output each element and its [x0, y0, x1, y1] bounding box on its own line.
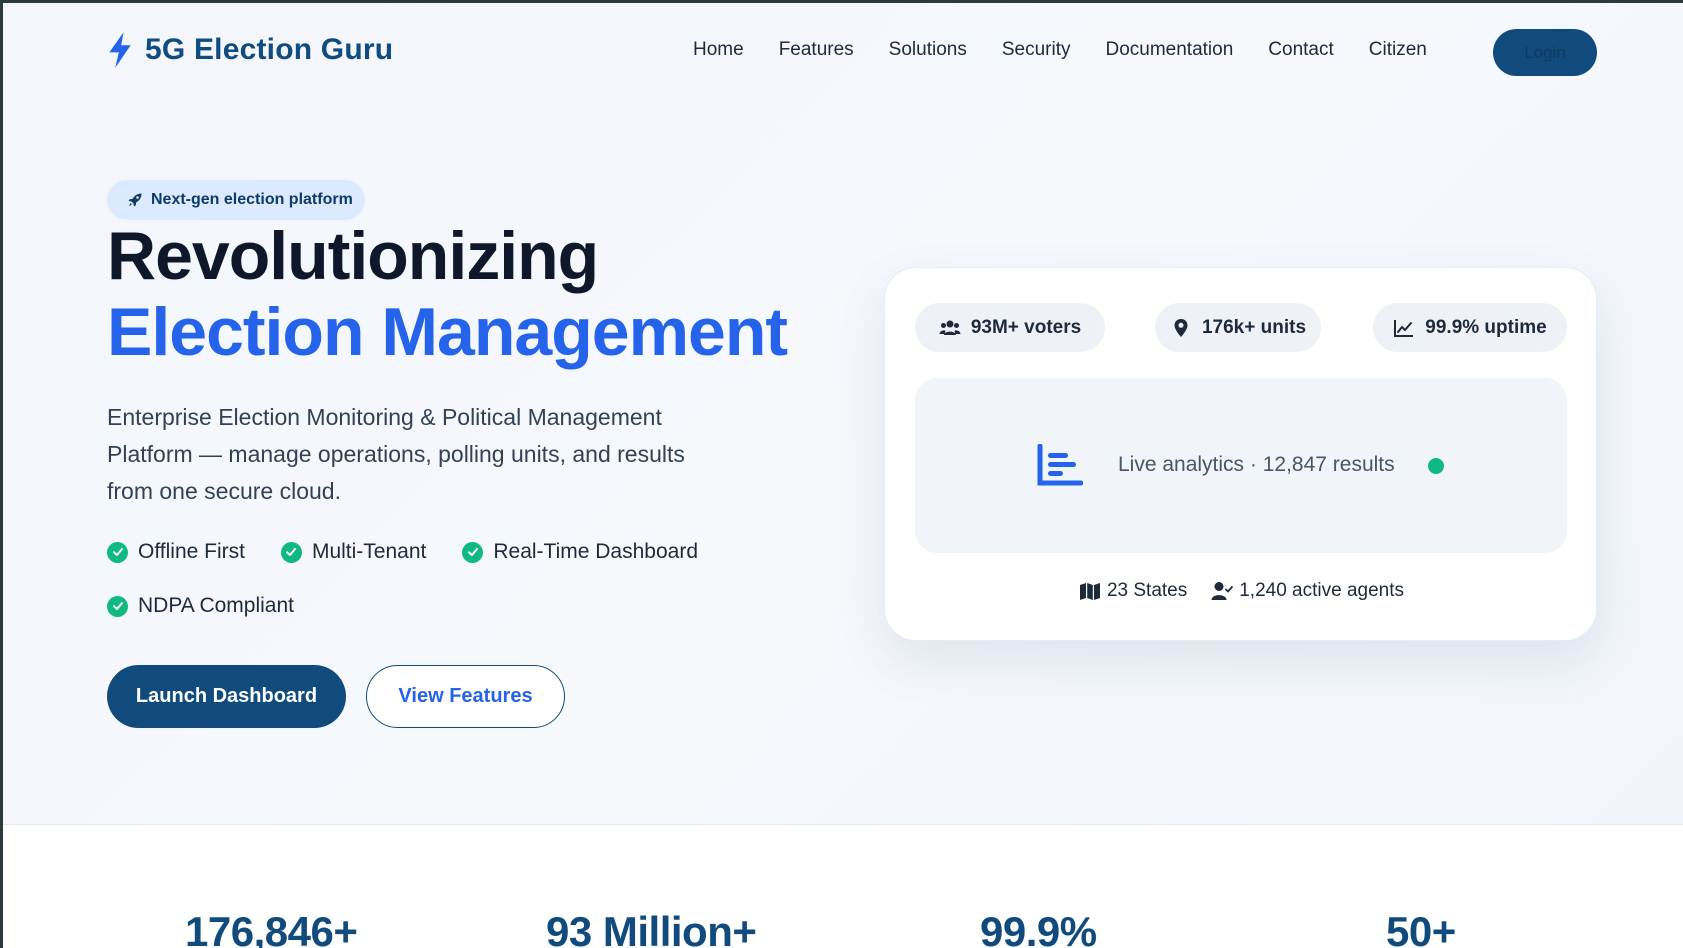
uptime-pill: 99.9% uptime [1373, 303, 1567, 352]
check-circle-icon [462, 541, 484, 563]
live-analytics-text: Live analytics · 12,847 results [1118, 453, 1395, 476]
agents-label: 1,240 active agents [1239, 580, 1405, 601]
launch-dashboard-button[interactable]: Launch Dashboard [107, 665, 346, 728]
nav-security[interactable]: Security [1002, 39, 1071, 61]
stat-clients: 50+ [1386, 908, 1456, 948]
hero-title-line2: Election Management [107, 294, 788, 370]
main-menu: Home Features Solutions Security Documen… [693, 39, 1462, 61]
nav-features[interactable]: Features [779, 39, 854, 61]
login-button[interactable]: Login [1493, 29, 1597, 76]
feature-label: NDPA Compliant [138, 594, 295, 617]
feature-list: Offline First Multi-Tenant Real-Time Das… [107, 539, 747, 619]
units-pill-label: 176k+ units [1201, 316, 1307, 338]
units-pill: 176k+ units [1155, 303, 1321, 352]
check-circle-icon [107, 541, 128, 563]
bar-chart-icon [1037, 444, 1083, 486]
feature-label: Offline First [138, 540, 245, 563]
feature-item: NDPA Compliant [107, 593, 294, 619]
feature-item: Offline First [107, 539, 245, 565]
hero-badge: Next-gen election platform [107, 180, 365, 220]
hero-title-line1: Revolutionizing [107, 218, 599, 294]
feature-label: Real-Time Dashboard [493, 540, 698, 563]
brand-logo[interactable]: 5G Election Guru [105, 31, 393, 69]
nav-solutions[interactable]: Solutions [889, 39, 967, 61]
live-analytics-panel: Live analytics · 12,847 results [915, 378, 1567, 553]
feature-item: Multi-Tenant [280, 539, 427, 565]
rocket-icon [128, 193, 142, 207]
top-navigation: 5G Election Guru Home Features Solutions… [3, 3, 1683, 103]
stat-polling-units: 176,846+ [185, 908, 358, 948]
map-icon [1079, 583, 1100, 600]
users-icon [939, 320, 961, 335]
view-features-button[interactable]: View Features [366, 665, 565, 728]
page-frame: 5G Election Guru Home Features Solutions… [0, 0, 1683, 948]
hero-badge-label: Next-gen election platform [151, 191, 353, 208]
live-status-dot [1428, 458, 1444, 474]
voters-pill: 93M+ voters [915, 303, 1105, 352]
feature-item: Real-Time Dashboard [462, 539, 698, 565]
line-chart-icon [1394, 319, 1414, 337]
nav-citizen[interactable]: Citizen [1369, 39, 1427, 61]
nav-home[interactable]: Home [693, 39, 744, 61]
stat-voters: 93 Million+ [546, 908, 757, 948]
lightning-bolt-icon [109, 32, 131, 68]
check-circle-icon [280, 541, 302, 563]
voters-pill-label: 93M+ voters [970, 316, 1082, 338]
brand-name: 5G Election Guru [145, 33, 394, 66]
nav-contact[interactable]: Contact [1268, 39, 1333, 61]
states-info: 23 States [1079, 580, 1187, 602]
states-label: 23 States [1106, 580, 1188, 601]
feature-label: Multi-Tenant [311, 540, 427, 563]
uptime-pill-label: 99.9% uptime [1425, 316, 1547, 338]
card-footer: 23 States 1,240 active agents [885, 580, 1598, 602]
user-check-icon [1211, 582, 1234, 600]
nav-documentation[interactable]: Documentation [1105, 39, 1233, 61]
stat-uptime: 99.9% [980, 908, 1097, 948]
map-pin-icon [1174, 318, 1188, 337]
hero-description: Enterprise Election Monitoring & Politic… [107, 404, 685, 504]
check-circle-icon [107, 595, 128, 617]
agents-info: 1,240 active agents [1211, 580, 1404, 602]
stats-card: 93M+ voters 176k+ units 99.9% uptime Liv… [884, 267, 1597, 641]
